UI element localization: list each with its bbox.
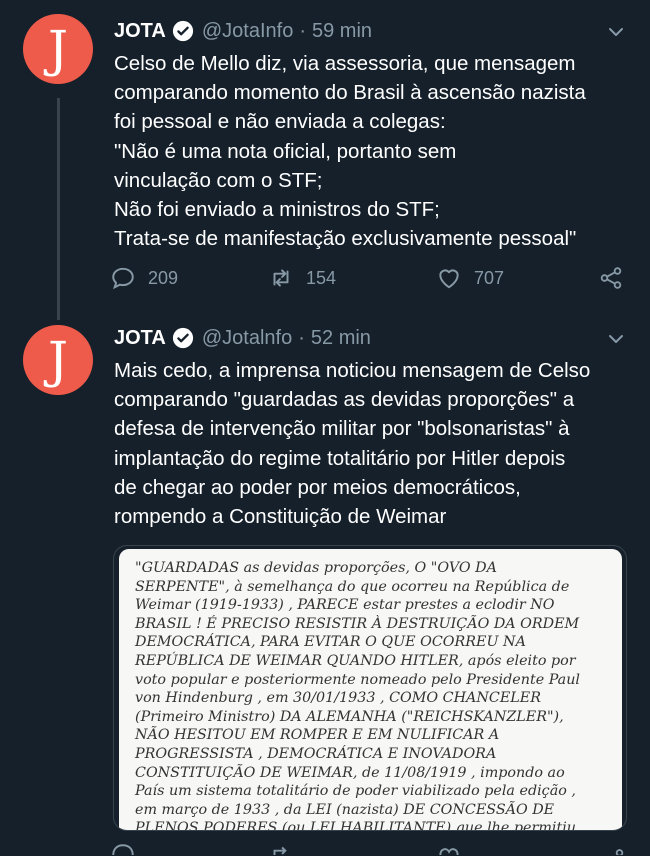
retweet-icon[interactable] [268, 842, 294, 855]
quoted-message-image: "GUARDADAS as devidas proporções, O "OVO… [119, 549, 622, 830]
reply-count: 209 [148, 267, 179, 288]
author-handle[interactable]: @JotaInfo [202, 20, 293, 43]
chevron-down-icon[interactable] [606, 329, 626, 349]
reply-icon [112, 267, 134, 290]
avatar[interactable]: J [23, 325, 93, 395]
thread-line [57, 98, 60, 320]
verified-icon [172, 20, 193, 42]
tweet-1[interactable]: J JOTA @JotaInfo · 59 min Celso de Mello… [0, 0, 650, 320]
tweet-header: JOTA @JotaInfo · 59 min [114, 16, 372, 46]
timestamp[interactable]: 59 min [312, 20, 372, 43]
like-icon [439, 269, 459, 289]
author-name[interactable]: JOTA [114, 327, 166, 350]
tweet-actions-partial [110, 842, 630, 856]
retweet-icon [273, 269, 289, 287]
author-handle[interactable]: @Jotalnfo [202, 327, 292, 350]
share-button[interactable] [598, 265, 636, 291]
separator-dot: · [299, 19, 306, 42]
author-name[interactable]: JOTA [114, 20, 166, 43]
tweet-text: Mais cedo, a imprensa noticiou mensagem … [114, 359, 591, 529]
tweet-actions: 209 154 707 [110, 265, 630, 295]
tweet-header: JOTA @Jotalnfo · 52 min [114, 323, 371, 353]
timestamp[interactable]: 52 min [311, 327, 371, 350]
tweet-text: Celso de Mello diz, via assessoria, que … [114, 52, 586, 251]
retweet-button[interactable]: 154 [268, 265, 336, 291]
avatar-logo: J [47, 20, 69, 78]
like-count: 707 [474, 267, 505, 288]
reply-icon[interactable] [110, 842, 136, 855]
avatar-logo: J [47, 331, 69, 389]
verified-icon [172, 327, 193, 349]
chevron-down-icon[interactable] [606, 22, 626, 42]
share-icon [600, 267, 622, 289]
image-card[interactable]: "GUARDADAS as devidas proporções, O "OVO… [113, 545, 627, 831]
share-icon[interactable] [600, 842, 626, 855]
like-icon[interactable] [436, 842, 462, 855]
separator-dot: · [298, 326, 305, 349]
avatar[interactable]: J [23, 14, 93, 84]
reply-button[interactable]: 209 [110, 265, 178, 291]
retweet-count: 154 [306, 267, 337, 288]
like-button[interactable]: 707 [436, 265, 504, 291]
